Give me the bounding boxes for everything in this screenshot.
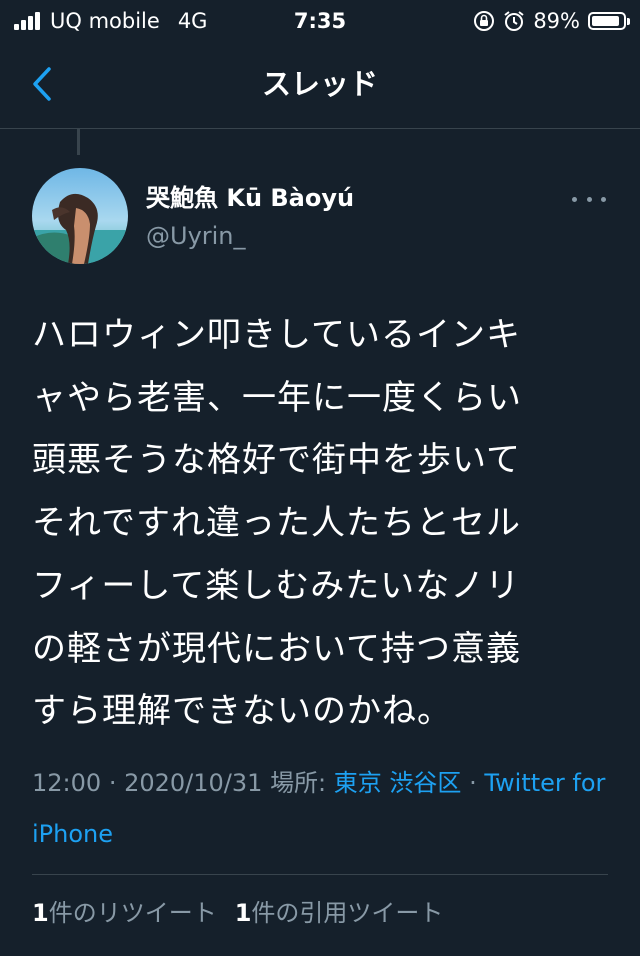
location-link[interactable]: 東京 渋谷区 [334, 769, 462, 797]
battery-icon [588, 12, 630, 30]
rotation-lock-icon [473, 10, 495, 32]
back-button[interactable] [22, 64, 62, 104]
location-label: 場所: [270, 769, 327, 797]
meta-separator: · [108, 769, 117, 797]
status-right: 89% [473, 6, 630, 36]
chevron-left-icon [33, 67, 51, 101]
more-options-icon[interactable] [572, 186, 606, 212]
retweets-stat[interactable]: 1件のリツイート [32, 893, 217, 933]
tweet-text: ハロウィン叩きしているインキ ャやら老害、一年に一度くらい 頭悪そうな格好で街中… [32, 315, 522, 732]
tweet-meta: 12:00 · 2020/10/31 場所: 東京 渋谷区 · Twitter … [32, 758, 608, 860]
user-info[interactable]: 哭鮑魚 Kū Bàoyú @Uyrin_ [146, 180, 354, 254]
retweets-label: 件のリツイート [48, 899, 217, 927]
battery-fill [592, 16, 619, 26]
meta-separator-2: · [469, 769, 477, 797]
quotes-count: 1 [234, 899, 252, 927]
page-title: スレッド [261, 67, 378, 101]
user-handle: @Uyrin_ [146, 222, 246, 250]
divider [32, 874, 608, 875]
tweet-time: 12:00 [32, 769, 102, 797]
thread-connector-line [77, 129, 80, 155]
quotes-stat[interactable]: 1件の引用ツイート [235, 893, 444, 933]
tweet-date: 2020/10/31 [124, 769, 263, 797]
display-name: 哭鮑魚 Kū Bàoyú [146, 184, 355, 212]
alarm-clock-icon [503, 10, 525, 32]
avatar[interactable] [32, 168, 128, 264]
tweet-stats: 1件のリツイート 1件の引用ツイート [32, 893, 461, 933]
nav-bar: スレッド [0, 42, 640, 129]
status-bar: UQ mobile 4G 7:35 89% [0, 0, 640, 42]
quotes-label: 件の引用ツイート [251, 899, 444, 927]
retweets-count: 1 [32, 899, 49, 927]
battery-percent: 89% [533, 9, 580, 33]
